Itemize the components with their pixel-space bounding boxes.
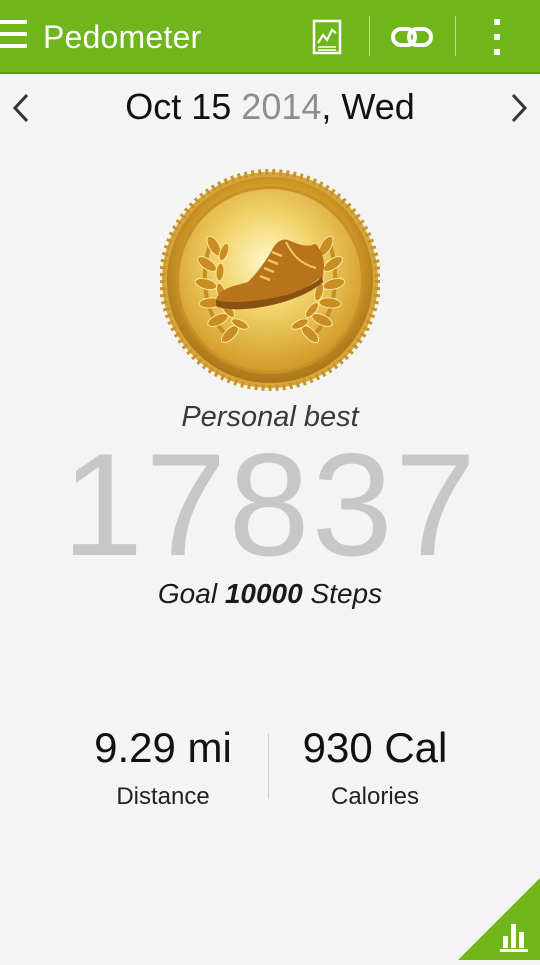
date-label: Oct 15 2014, Wed (0, 84, 540, 130)
step-count: 17837 (62, 423, 478, 586)
link-icon (391, 27, 433, 47)
chart-button[interactable] (307, 14, 347, 60)
goal-suffix: Steps (302, 578, 383, 609)
app-bar: Pedometer (0, 0, 540, 72)
action-separator (455, 16, 456, 56)
link-button[interactable] (388, 14, 436, 60)
menu-icon[interactable] (0, 20, 30, 54)
overflow-menu-icon (494, 19, 500, 55)
bar-chart-icon (458, 878, 540, 960)
goal-value: 10000 (224, 578, 303, 609)
app-bar-divider (0, 72, 540, 74)
chart-icon (312, 19, 342, 55)
chevron-right-icon (511, 93, 528, 123)
calories-value: 930 Cal (302, 724, 448, 771)
distance-stat: 9.29 mi Distance (53, 720, 273, 814)
distance-value: 9.29 mi (94, 724, 232, 771)
app-title: Pedometer (43, 19, 202, 55)
date-month-day: Oct 15 (125, 86, 232, 127)
step-goal: Goal 10000 Steps (0, 574, 540, 614)
chart-corner-button[interactable] (458, 878, 540, 960)
action-separator (369, 16, 370, 56)
personal-best-medal (159, 168, 381, 392)
calories-stat: 930 Cal Calories (265, 720, 485, 814)
date-weekday: , Wed (321, 86, 415, 127)
gold-medal-shoe-icon (159, 169, 381, 391)
next-day-button[interactable] (504, 92, 534, 124)
overflow-menu-button[interactable] (482, 14, 512, 60)
date-year: 2014 (241, 86, 322, 127)
distance-label: Distance (116, 783, 210, 810)
goal-prefix: Goal (157, 578, 225, 609)
calories-label: Calories (330, 783, 420, 810)
date-navigation: Oct 15 2014, Wed (0, 84, 540, 132)
